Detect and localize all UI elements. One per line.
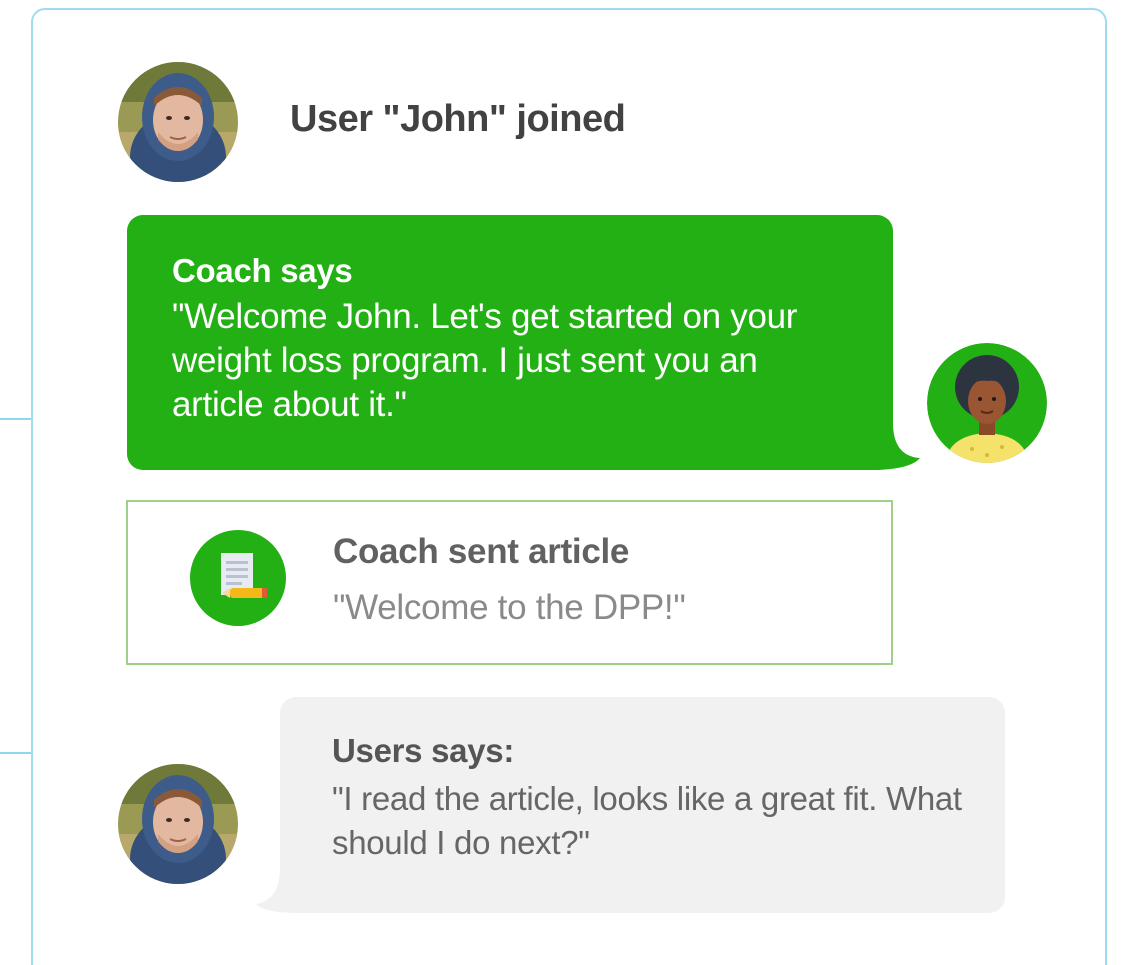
connector-line xyxy=(0,418,32,420)
coach-bubble-tail xyxy=(870,420,920,470)
connector-line xyxy=(0,752,32,754)
user-message-title: Users says: xyxy=(332,732,515,769)
coach-message-bubble: Coach says "Welcome John. Let's get star… xyxy=(127,215,893,470)
coach-avatar xyxy=(927,343,1047,463)
coach-message-title: Coach says xyxy=(172,252,353,289)
coach-message-text: "Welcome John. Let's get started on your… xyxy=(172,297,798,424)
john-avatar xyxy=(118,62,238,182)
john-avatar xyxy=(118,764,238,884)
user-message-bubble: Users says: "I read the article, looks l… xyxy=(280,697,1005,913)
user-message-text: "I read the article, looks like a great … xyxy=(332,780,962,861)
article-title: Coach sent article xyxy=(333,532,630,571)
user-joined-text: User "John" joined xyxy=(290,98,626,140)
chat-flow-illustration: User "John" joined Coach says "Welcome J… xyxy=(0,0,1127,965)
article-card[interactable]: Coach sent article "Welcome to the DPP!" xyxy=(126,500,893,665)
document-icon xyxy=(190,530,286,626)
article-subtitle: "Welcome to the DPP!" xyxy=(333,588,686,627)
